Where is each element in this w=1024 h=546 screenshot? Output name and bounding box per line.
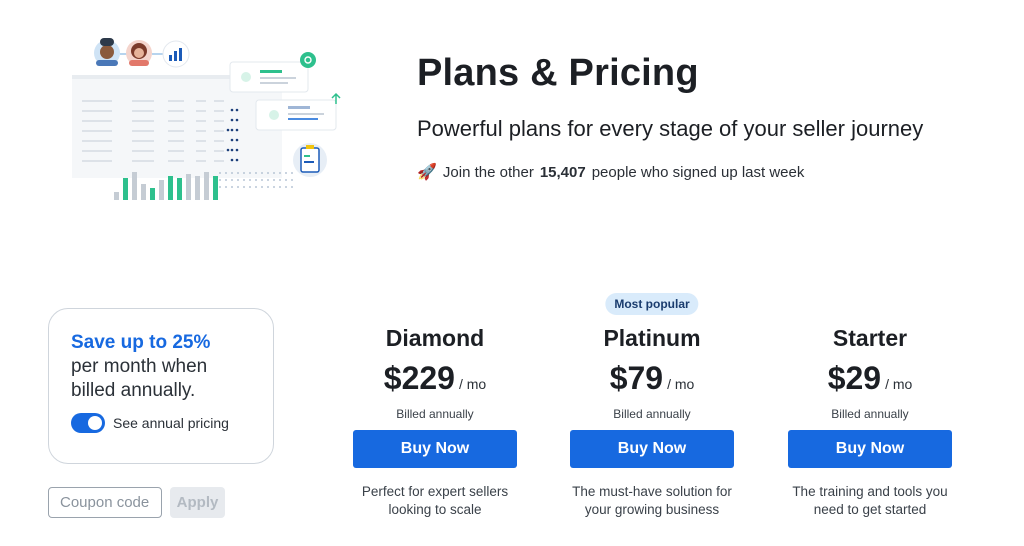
plan-name: Starter — [832, 325, 908, 351]
avatar-woman-icon — [126, 40, 152, 66]
join-suffix: people who signed up last week — [591, 163, 805, 181]
signup-count: 15,407 — [539, 163, 586, 181]
plan-price-row: $229 / mo — [353, 360, 517, 397]
annual-savings-card: Save up to 25% per month when billed ann… — [48, 308, 274, 464]
hero-illustration — [70, 30, 360, 210]
apply-coupon-button[interactable]: Apply — [170, 487, 225, 518]
plan-price-row: $29 / mo — [788, 360, 952, 397]
plan-billing-note: Billed annually — [396, 407, 474, 421]
plan-description: The must-have solution for your growing … — [562, 483, 742, 519]
avatar-man-icon — [94, 38, 120, 66]
buy-now-button-platinum[interactable]: Buy Now — [570, 430, 734, 468]
savings-line-2: per month when — [71, 356, 208, 377]
plan-description-line: The must-have solution for — [572, 484, 732, 499]
savings-line-3: billed annually. — [71, 380, 196, 401]
bar-chart-icon — [162, 40, 190, 68]
plan-name: Diamond — [385, 325, 485, 351]
plan-price-row: $79 / mo — [570, 360, 734, 397]
plan-price: $79 — [609, 360, 664, 396]
signup-count-message: 🚀 Join the other 15,407 people who signe… — [417, 162, 804, 182]
plan-name: Platinum — [603, 325, 701, 351]
plan-description-line: Perfect for expert sellers — [361, 484, 509, 499]
buy-now-button-diamond[interactable]: Buy Now — [353, 430, 517, 468]
plan-description-line: The training and tools you — [792, 484, 948, 499]
plan-billing-note: Billed annually — [613, 407, 691, 421]
toggle-knob — [88, 416, 102, 430]
annual-pricing-label[interactable]: See annual pricing — [113, 415, 229, 431]
buy-now-button-starter[interactable]: Buy Now — [788, 430, 952, 468]
plan-period: / mo — [885, 376, 913, 392]
plan-description: Perfect for expert sellers looking to sc… — [345, 483, 525, 519]
savings-highlight: Save up to 25% — [71, 332, 211, 353]
plan-description: The training and tools you need to get s… — [780, 483, 960, 519]
plan-period: / mo — [458, 376, 487, 392]
page-subtitle: Powerful plans for every stage of your s… — [417, 116, 924, 141]
plan-description-line: your growing business — [584, 502, 720, 517]
page-title: Plans & Pricing — [417, 52, 699, 94]
plan-period: / mo — [667, 376, 695, 392]
plan-description-line: need to get started — [813, 502, 927, 517]
plan-price: $229 — [383, 360, 455, 396]
plan-price: $29 — [827, 360, 882, 396]
most-popular-badge: Most popular — [605, 293, 699, 315]
annual-pricing-toggle-row[interactable]: See annual pricing — [71, 413, 251, 433]
coupon-code-input[interactable] — [48, 487, 162, 518]
plan-billing-note: Billed annually — [831, 407, 909, 421]
rocket-icon: 🚀 — [417, 164, 437, 181]
annual-pricing-toggle[interactable] — [71, 413, 105, 433]
join-prefix: Join the other — [442, 163, 534, 181]
plan-description-line: looking to scale — [388, 502, 482, 517]
